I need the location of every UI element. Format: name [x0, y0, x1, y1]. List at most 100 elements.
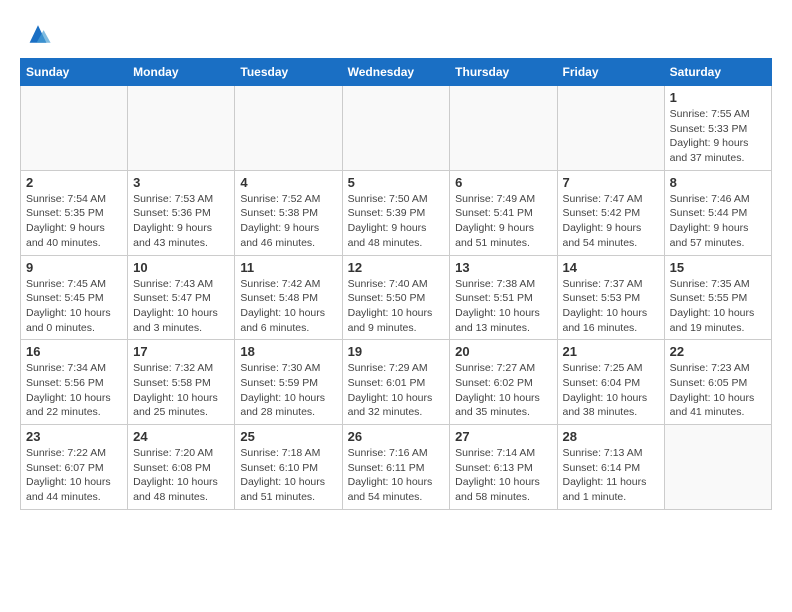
day-info: Sunrise: 7:25 AM Sunset: 6:04 PM Dayligh… [563, 361, 659, 420]
day-number: 1 [670, 90, 766, 105]
calendar-cell: 8 Sunrise: 7:46 AM Sunset: 5:44 PM Daylig… [664, 170, 771, 255]
logo-icon [24, 20, 52, 48]
calendar-cell: 7 Sunrise: 7:47 AM Sunset: 5:42 PM Daylig… [557, 170, 664, 255]
day-number: 22 [670, 344, 766, 359]
day-number: 18 [240, 344, 336, 359]
calendar-cell: 20 Sunrise: 7:27 AM Sunset: 6:02 PM Dayli… [450, 340, 557, 425]
weekday-header-tuesday: Tuesday [235, 59, 342, 86]
calendar-cell: 12 Sunrise: 7:40 AM Sunset: 5:50 PM Dayli… [342, 255, 450, 340]
day-number: 17 [133, 344, 229, 359]
day-info: Sunrise: 7:30 AM Sunset: 5:59 PM Dayligh… [240, 361, 336, 420]
calendar-cell: 27 Sunrise: 7:14 AM Sunset: 6:13 PM Dayli… [450, 425, 557, 510]
calendar-cell [128, 86, 235, 171]
day-info: Sunrise: 7:22 AM Sunset: 6:07 PM Dayligh… [26, 446, 122, 505]
day-info: Sunrise: 7:52 AM Sunset: 5:38 PM Dayligh… [240, 192, 336, 251]
logo [20, 20, 52, 48]
calendar-week-row: 9 Sunrise: 7:45 AM Sunset: 5:45 PM Daylig… [21, 255, 772, 340]
day-number: 5 [348, 175, 445, 190]
day-info: Sunrise: 7:54 AM Sunset: 5:35 PM Dayligh… [26, 192, 122, 251]
day-info: Sunrise: 7:16 AM Sunset: 6:11 PM Dayligh… [348, 446, 445, 505]
calendar-cell: 6 Sunrise: 7:49 AM Sunset: 5:41 PM Daylig… [450, 170, 557, 255]
calendar-cell: 11 Sunrise: 7:42 AM Sunset: 5:48 PM Dayli… [235, 255, 342, 340]
day-number: 2 [26, 175, 122, 190]
calendar-cell: 23 Sunrise: 7:22 AM Sunset: 6:07 PM Dayli… [21, 425, 128, 510]
day-number: 10 [133, 260, 229, 275]
calendar-week-row: 2 Sunrise: 7:54 AM Sunset: 5:35 PM Daylig… [21, 170, 772, 255]
day-info: Sunrise: 7:27 AM Sunset: 6:02 PM Dayligh… [455, 361, 551, 420]
calendar-cell: 9 Sunrise: 7:45 AM Sunset: 5:45 PM Daylig… [21, 255, 128, 340]
day-number: 7 [563, 175, 659, 190]
day-info: Sunrise: 7:14 AM Sunset: 6:13 PM Dayligh… [455, 446, 551, 505]
calendar-table: SundayMondayTuesdayWednesdayThursdayFrid… [20, 58, 772, 510]
day-info: Sunrise: 7:42 AM Sunset: 5:48 PM Dayligh… [240, 277, 336, 336]
calendar-cell: 28 Sunrise: 7:13 AM Sunset: 6:14 PM Dayli… [557, 425, 664, 510]
calendar-cell: 1 Sunrise: 7:55 AM Sunset: 5:33 PM Daylig… [664, 86, 771, 171]
calendar-cell: 15 Sunrise: 7:35 AM Sunset: 5:55 PM Dayli… [664, 255, 771, 340]
calendar-cell: 18 Sunrise: 7:30 AM Sunset: 5:59 PM Dayli… [235, 340, 342, 425]
calendar-cell: 17 Sunrise: 7:32 AM Sunset: 5:58 PM Dayli… [128, 340, 235, 425]
day-info: Sunrise: 7:13 AM Sunset: 6:14 PM Dayligh… [563, 446, 659, 505]
calendar-cell: 13Sunrise: 7:38 AM Sunset: 5:51 PM Dayli… [450, 255, 557, 340]
day-info: Sunrise: 7:47 AM Sunset: 5:42 PM Dayligh… [563, 192, 659, 251]
page-header [20, 20, 772, 48]
day-info: Sunrise: 7:37 AM Sunset: 5:53 PM Dayligh… [563, 277, 659, 336]
day-info: Sunrise: 7:20 AM Sunset: 6:08 PM Dayligh… [133, 446, 229, 505]
day-info: Sunrise: 7:49 AM Sunset: 5:41 PM Dayligh… [455, 192, 551, 251]
calendar-cell: 24 Sunrise: 7:20 AM Sunset: 6:08 PM Dayli… [128, 425, 235, 510]
day-number: 4 [240, 175, 336, 190]
calendar-cell [557, 86, 664, 171]
day-number: 14 [563, 260, 659, 275]
calendar-cell: 21 Sunrise: 7:25 AM Sunset: 6:04 PM Dayli… [557, 340, 664, 425]
day-number: 6 [455, 175, 551, 190]
day-number: 25 [240, 429, 336, 444]
calendar-cell: 2 Sunrise: 7:54 AM Sunset: 5:35 PM Daylig… [21, 170, 128, 255]
day-number: 12 [348, 260, 445, 275]
calendar-week-row: 23 Sunrise: 7:22 AM Sunset: 6:07 PM Dayli… [21, 425, 772, 510]
calendar-cell: 5 Sunrise: 7:50 AM Sunset: 5:39 PM Daylig… [342, 170, 450, 255]
weekday-header-saturday: Saturday [664, 59, 771, 86]
day-number: 9 [26, 260, 122, 275]
day-number: 11 [240, 260, 336, 275]
day-info: Sunrise: 7:50 AM Sunset: 5:39 PM Dayligh… [348, 192, 445, 251]
day-number: 24 [133, 429, 229, 444]
calendar-cell: 14 Sunrise: 7:37 AM Sunset: 5:53 PM Dayli… [557, 255, 664, 340]
calendar-cell [450, 86, 557, 171]
calendar-week-row: 16Sunrise: 7:34 AM Sunset: 5:56 PM Dayli… [21, 340, 772, 425]
day-number: 23 [26, 429, 122, 444]
day-number: 8 [670, 175, 766, 190]
day-info: Sunrise: 7:35 AM Sunset: 5:55 PM Dayligh… [670, 277, 766, 336]
day-number: 26 [348, 429, 445, 444]
day-number: 20 [455, 344, 551, 359]
day-info: Sunrise: 7:23 AM Sunset: 6:05 PM Dayligh… [670, 361, 766, 420]
day-info: Sunrise: 7:53 AM Sunset: 5:36 PM Dayligh… [133, 192, 229, 251]
weekday-header-wednesday: Wednesday [342, 59, 450, 86]
day-info: Sunrise: 7:34 AM Sunset: 5:56 PM Dayligh… [26, 361, 122, 420]
day-number: 19 [348, 344, 445, 359]
calendar-cell: 25 Sunrise: 7:18 AM Sunset: 6:10 PM Dayli… [235, 425, 342, 510]
weekday-header-thursday: Thursday [450, 59, 557, 86]
calendar-cell: 26 Sunrise: 7:16 AM Sunset: 6:11 PM Dayli… [342, 425, 450, 510]
calendar-week-row: 1 Sunrise: 7:55 AM Sunset: 5:33 PM Daylig… [21, 86, 772, 171]
weekday-header-row: SundayMondayTuesdayWednesdayThursdayFrid… [21, 59, 772, 86]
calendar-cell [235, 86, 342, 171]
day-info: Sunrise: 7:18 AM Sunset: 6:10 PM Dayligh… [240, 446, 336, 505]
day-info: Sunrise: 7:55 AM Sunset: 5:33 PM Dayligh… [670, 107, 766, 166]
day-number: 3 [133, 175, 229, 190]
day-number: 15 [670, 260, 766, 275]
day-info: Sunrise: 7:40 AM Sunset: 5:50 PM Dayligh… [348, 277, 445, 336]
calendar-cell [21, 86, 128, 171]
day-number: 28 [563, 429, 659, 444]
day-info: Sunrise: 7:38 AM Sunset: 5:51 PM Dayligh… [455, 277, 551, 336]
calendar-cell: 22 Sunrise: 7:23 AM Sunset: 6:05 PM Dayli… [664, 340, 771, 425]
day-number: 21 [563, 344, 659, 359]
calendar-cell [342, 86, 450, 171]
calendar-cell: 4 Sunrise: 7:52 AM Sunset: 5:38 PM Daylig… [235, 170, 342, 255]
day-info: Sunrise: 7:32 AM Sunset: 5:58 PM Dayligh… [133, 361, 229, 420]
day-info: Sunrise: 7:43 AM Sunset: 5:47 PM Dayligh… [133, 277, 229, 336]
weekday-header-sunday: Sunday [21, 59, 128, 86]
day-info: Sunrise: 7:46 AM Sunset: 5:44 PM Dayligh… [670, 192, 766, 251]
calendar-cell [664, 425, 771, 510]
day-number: 27 [455, 429, 551, 444]
day-info: Sunrise: 7:45 AM Sunset: 5:45 PM Dayligh… [26, 277, 122, 336]
calendar-cell: 3 Sunrise: 7:53 AM Sunset: 5:36 PM Daylig… [128, 170, 235, 255]
